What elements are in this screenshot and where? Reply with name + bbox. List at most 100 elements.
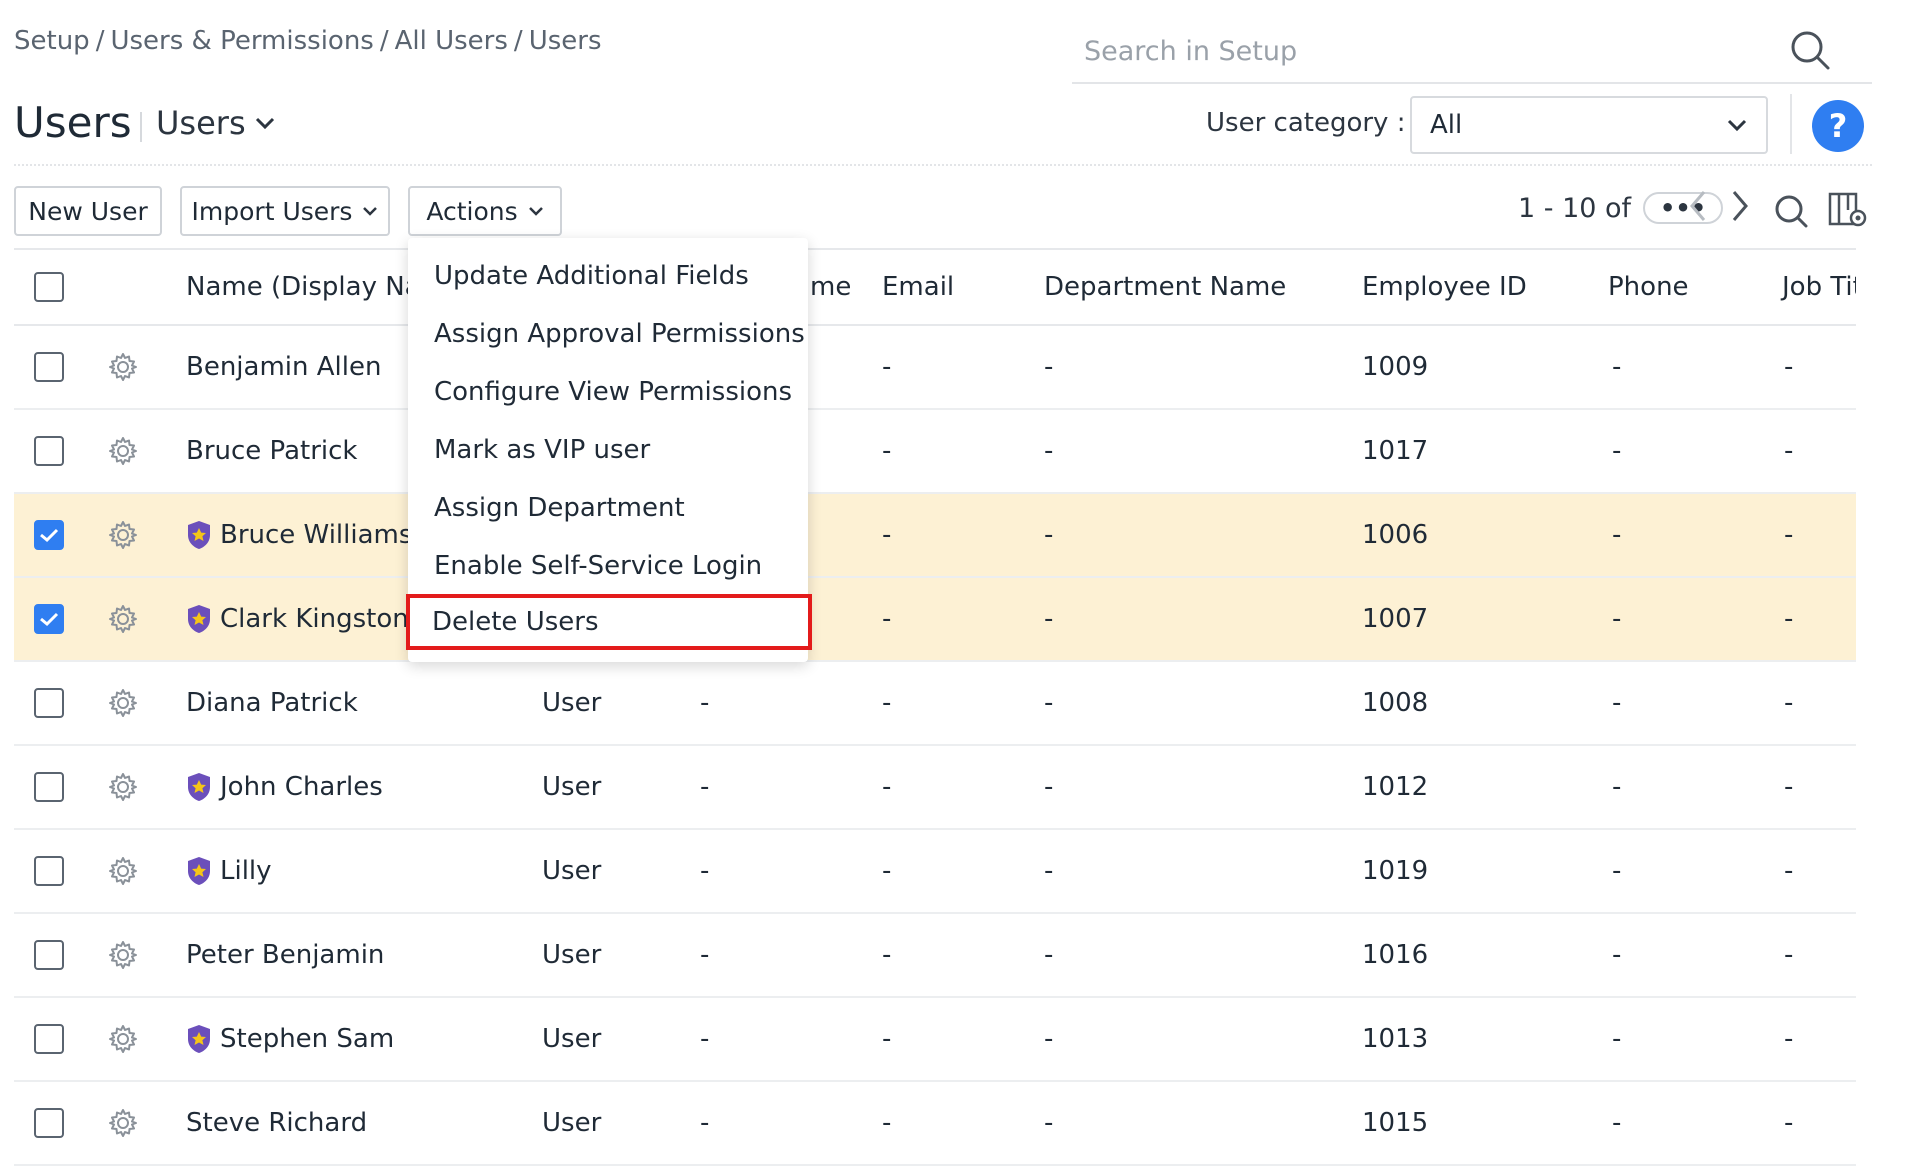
table-row[interactable]: John Charles User - - - 1012 - - <box>14 746 1856 830</box>
user-name-cell[interactable]: Steve Richard <box>186 1108 367 1138</box>
row-checkbox[interactable] <box>34 940 64 970</box>
header-phone[interactable]: Phone <box>1608 250 1689 324</box>
user-name[interactable]: Clark Kingston <box>220 604 409 634</box>
view-switcher[interactable]: Users <box>156 104 276 142</box>
table-row[interactable]: Bruce Williams - - 1006 - - <box>14 494 1856 578</box>
department-cell: - <box>1044 1024 1054 1054</box>
email-cell: - <box>882 1108 892 1138</box>
row-checkbox[interactable] <box>34 772 64 802</box>
user-name[interactable]: Stephen Sam <box>220 1024 394 1054</box>
role-cell: User <box>542 1108 602 1138</box>
breadcrumb-item-setup[interactable]: Setup <box>14 26 90 56</box>
employee-id-cell: 1006 <box>1362 520 1429 550</box>
table-row[interactable]: Benjamin Allen - - 1009 - - <box>14 326 1856 410</box>
header-name[interactable]: Name (Display Nan <box>186 250 437 324</box>
gear-icon[interactable] <box>108 520 138 550</box>
table-row[interactable]: Lilly User - - - 1019 - - <box>14 830 1856 914</box>
table-search-icon[interactable] <box>1774 194 1808 228</box>
help-icon[interactable]: ? <box>1812 100 1864 152</box>
header-job-title[interactable]: Job Tit <box>1782 250 1863 324</box>
header-department[interactable]: Department Name <box>1044 250 1286 324</box>
phone-cell: - <box>1612 688 1622 718</box>
breadcrumb-item-all-users[interactable]: All Users <box>395 26 508 56</box>
menu-item-assign-approval-permissions[interactable]: Assign Approval Permissions <box>408 306 808 362</box>
menu-item-configure-view-permissions[interactable]: Configure View Permissions <box>408 364 808 420</box>
row-checkbox[interactable] <box>34 1108 64 1138</box>
vip-badge-icon <box>188 773 210 801</box>
chevron-down-icon <box>255 117 274 130</box>
table-row[interactable]: Stephen Sam User - - - 1013 - - <box>14 998 1856 1082</box>
user-name-cell[interactable]: Bruce Patrick <box>186 436 357 466</box>
row-checkbox[interactable] <box>34 1024 64 1054</box>
more-icon[interactable]: ••• <box>1643 192 1724 224</box>
user-name-cell[interactable]: Lilly <box>186 856 272 886</box>
select-all-checkbox[interactable] <box>34 272 64 302</box>
user-name-cell[interactable]: Peter Benjamin <box>186 940 384 970</box>
email-cell: - <box>882 436 892 466</box>
user-category-select[interactable]: All <box>1410 96 1768 154</box>
profile-cell: - <box>700 856 710 886</box>
user-name-cell[interactable]: Benjamin Allen <box>186 352 381 382</box>
column-settings-icon[interactable] <box>1828 192 1868 228</box>
menu-item-update-additional-fields[interactable]: Update Additional Fields <box>408 248 808 304</box>
chevron-right-icon[interactable] <box>1728 188 1752 224</box>
department-cell: - <box>1044 856 1054 886</box>
user-name-cell[interactable]: Clark Kingston <box>186 604 409 634</box>
gear-icon[interactable] <box>108 604 138 634</box>
user-name[interactable]: John Charles <box>220 772 383 802</box>
gear-icon[interactable] <box>108 940 138 970</box>
gear-icon[interactable] <box>108 772 138 802</box>
gear-icon[interactable] <box>108 688 138 718</box>
search-input[interactable] <box>1082 28 1786 74</box>
user-name-cell[interactable]: Diana Patrick <box>186 688 358 718</box>
user-name[interactable]: Lilly <box>220 856 272 886</box>
header-employee-id[interactable]: Employee ID <box>1362 250 1527 324</box>
row-checkbox[interactable] <box>34 352 64 382</box>
user-name[interactable]: Bruce Patrick <box>186 436 357 466</box>
import-users-button[interactable]: Import Users <box>180 186 390 236</box>
table-row[interactable]: Steve Richard User - - - 1015 - - <box>14 1082 1856 1166</box>
user-name-cell[interactable]: Stephen Sam <box>186 1024 394 1054</box>
menu-item-enable-self-service-login[interactable]: Enable Self-Service Login <box>408 538 808 594</box>
new-user-button[interactable]: New User <box>14 186 162 236</box>
user-name[interactable]: Peter Benjamin <box>186 940 384 970</box>
menu-item-assign-department[interactable]: Assign Department <box>408 480 808 536</box>
user-name-cell[interactable]: Bruce Williams <box>186 520 412 550</box>
header-email[interactable]: Email <box>882 250 954 324</box>
chevron-left-icon[interactable] <box>1686 188 1710 224</box>
breadcrumb-item-users-permissions[interactable]: Users & Permissions <box>110 26 373 56</box>
menu-item-delete-users[interactable]: Delete Users <box>406 594 812 650</box>
user-name[interactable]: Diana Patrick <box>186 688 358 718</box>
gear-icon[interactable] <box>108 436 138 466</box>
header-role[interactable]: me <box>810 250 851 324</box>
pagination-range: 1 - 10 of <box>1518 192 1632 224</box>
gear-icon[interactable] <box>108 1108 138 1138</box>
chevron-down-icon <box>528 207 543 216</box>
actions-button[interactable]: Actions <box>408 186 562 236</box>
gear-icon[interactable] <box>108 352 138 382</box>
user-name-cell[interactable]: John Charles <box>186 772 383 802</box>
table-row[interactable]: Peter Benjamin User - - - 1016 - - <box>14 914 1856 998</box>
search-icon[interactable] <box>1788 28 1832 72</box>
menu-item-mark-as-vip[interactable]: Mark as VIP user <box>408 422 808 478</box>
row-checkbox[interactable] <box>34 520 64 550</box>
chevron-down-icon <box>363 207 378 216</box>
employee-id-cell: 1016 <box>1362 940 1429 970</box>
breadcrumb-item-users: Users <box>528 26 602 56</box>
user-name[interactable]: Steve Richard <box>186 1108 367 1138</box>
employee-id-cell: 1007 <box>1362 604 1429 634</box>
user-name[interactable]: Bruce Williams <box>220 520 412 550</box>
gear-icon[interactable] <box>108 856 138 886</box>
table-row[interactable]: Clark Kingston - - 1007 - - <box>14 578 1856 662</box>
user-name[interactable]: Benjamin Allen <box>186 352 381 382</box>
row-checkbox[interactable] <box>34 436 64 466</box>
chevron-down-icon <box>1727 119 1747 132</box>
gear-icon[interactable] <box>108 1024 138 1054</box>
table-row[interactable]: Bruce Patrick - - 1017 - - <box>14 410 1856 494</box>
users-table: Name (Display Nan me Email Department Na… <box>14 248 1863 1166</box>
row-checkbox[interactable] <box>34 604 64 634</box>
row-checkbox[interactable] <box>34 856 64 886</box>
department-cell: - <box>1044 352 1054 382</box>
row-checkbox[interactable] <box>34 688 64 718</box>
table-row[interactable]: Diana Patrick User - - - 1008 - - <box>14 662 1856 746</box>
